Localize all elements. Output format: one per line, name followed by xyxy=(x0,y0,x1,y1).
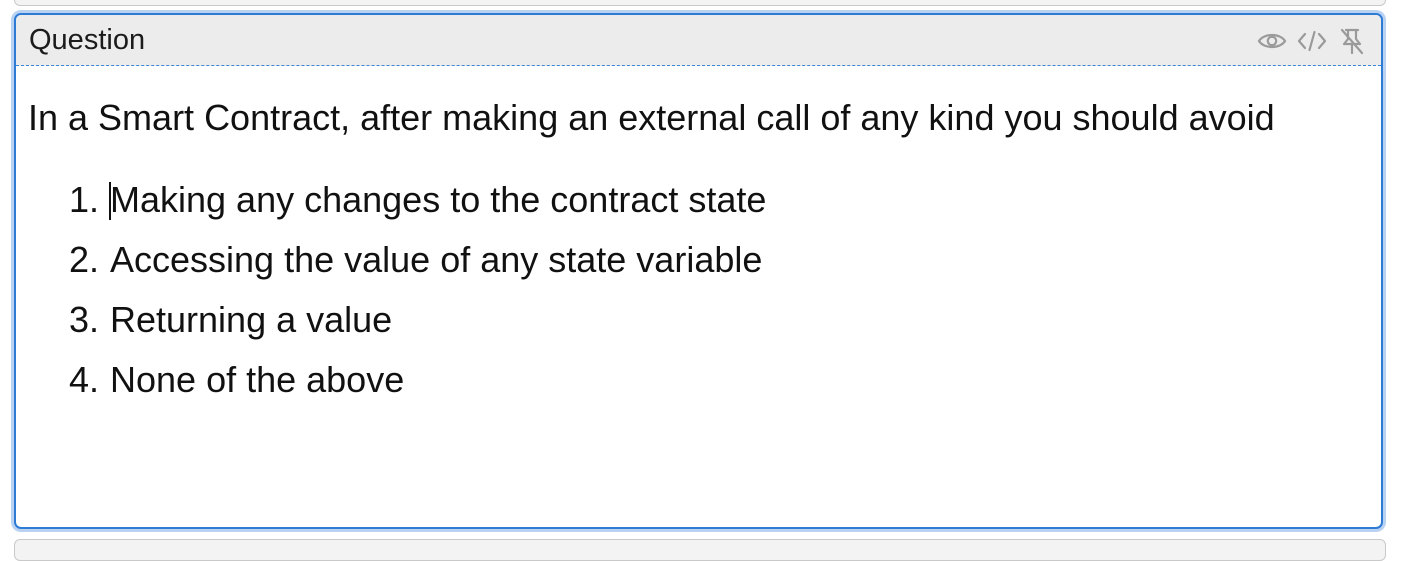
text-cursor xyxy=(109,182,111,220)
option-number: 1. xyxy=(68,179,99,220)
option-number: 4. xyxy=(68,359,99,400)
option-item-2: 2. Accessing the value of any state vari… xyxy=(28,230,1381,290)
panel-header: Question xyxy=(16,15,1381,66)
panel-title: Question xyxy=(29,24,146,56)
code-icon[interactable] xyxy=(1297,27,1327,55)
question-text: In a Smart Contract, after making an ext… xyxy=(28,97,1275,138)
panel-body[interactable]: In a Smart Contract, after making an ext… xyxy=(16,66,1381,410)
option-item-1: 1. Making any changes to the contract st… xyxy=(28,170,1381,230)
header-toolbar xyxy=(1257,27,1367,55)
eye-icon[interactable] xyxy=(1257,27,1287,55)
option-number: 2. xyxy=(68,239,99,280)
option-text[interactable]: Making any changes to the contract state xyxy=(109,170,767,230)
question-panel[interactable]: Question In a Smart Contract, after maki… xyxy=(14,13,1383,529)
options-list: 1. Making any changes to the contract st… xyxy=(28,170,1381,410)
option-label: Making any changes to the contract state xyxy=(110,179,767,220)
option-text[interactable]: Accessing the value of any state variabl… xyxy=(110,230,762,290)
option-text[interactable]: None of the above xyxy=(110,350,404,410)
previous-panel-edge xyxy=(14,0,1386,6)
option-number: 3. xyxy=(68,299,99,340)
option-item-3: 3. Returning a value xyxy=(28,290,1381,350)
option-text[interactable]: Returning a value xyxy=(110,290,392,350)
option-item-4: 4. None of the above xyxy=(28,350,1381,410)
unpin-icon[interactable] xyxy=(1337,27,1367,55)
next-panel-edge xyxy=(14,539,1386,561)
